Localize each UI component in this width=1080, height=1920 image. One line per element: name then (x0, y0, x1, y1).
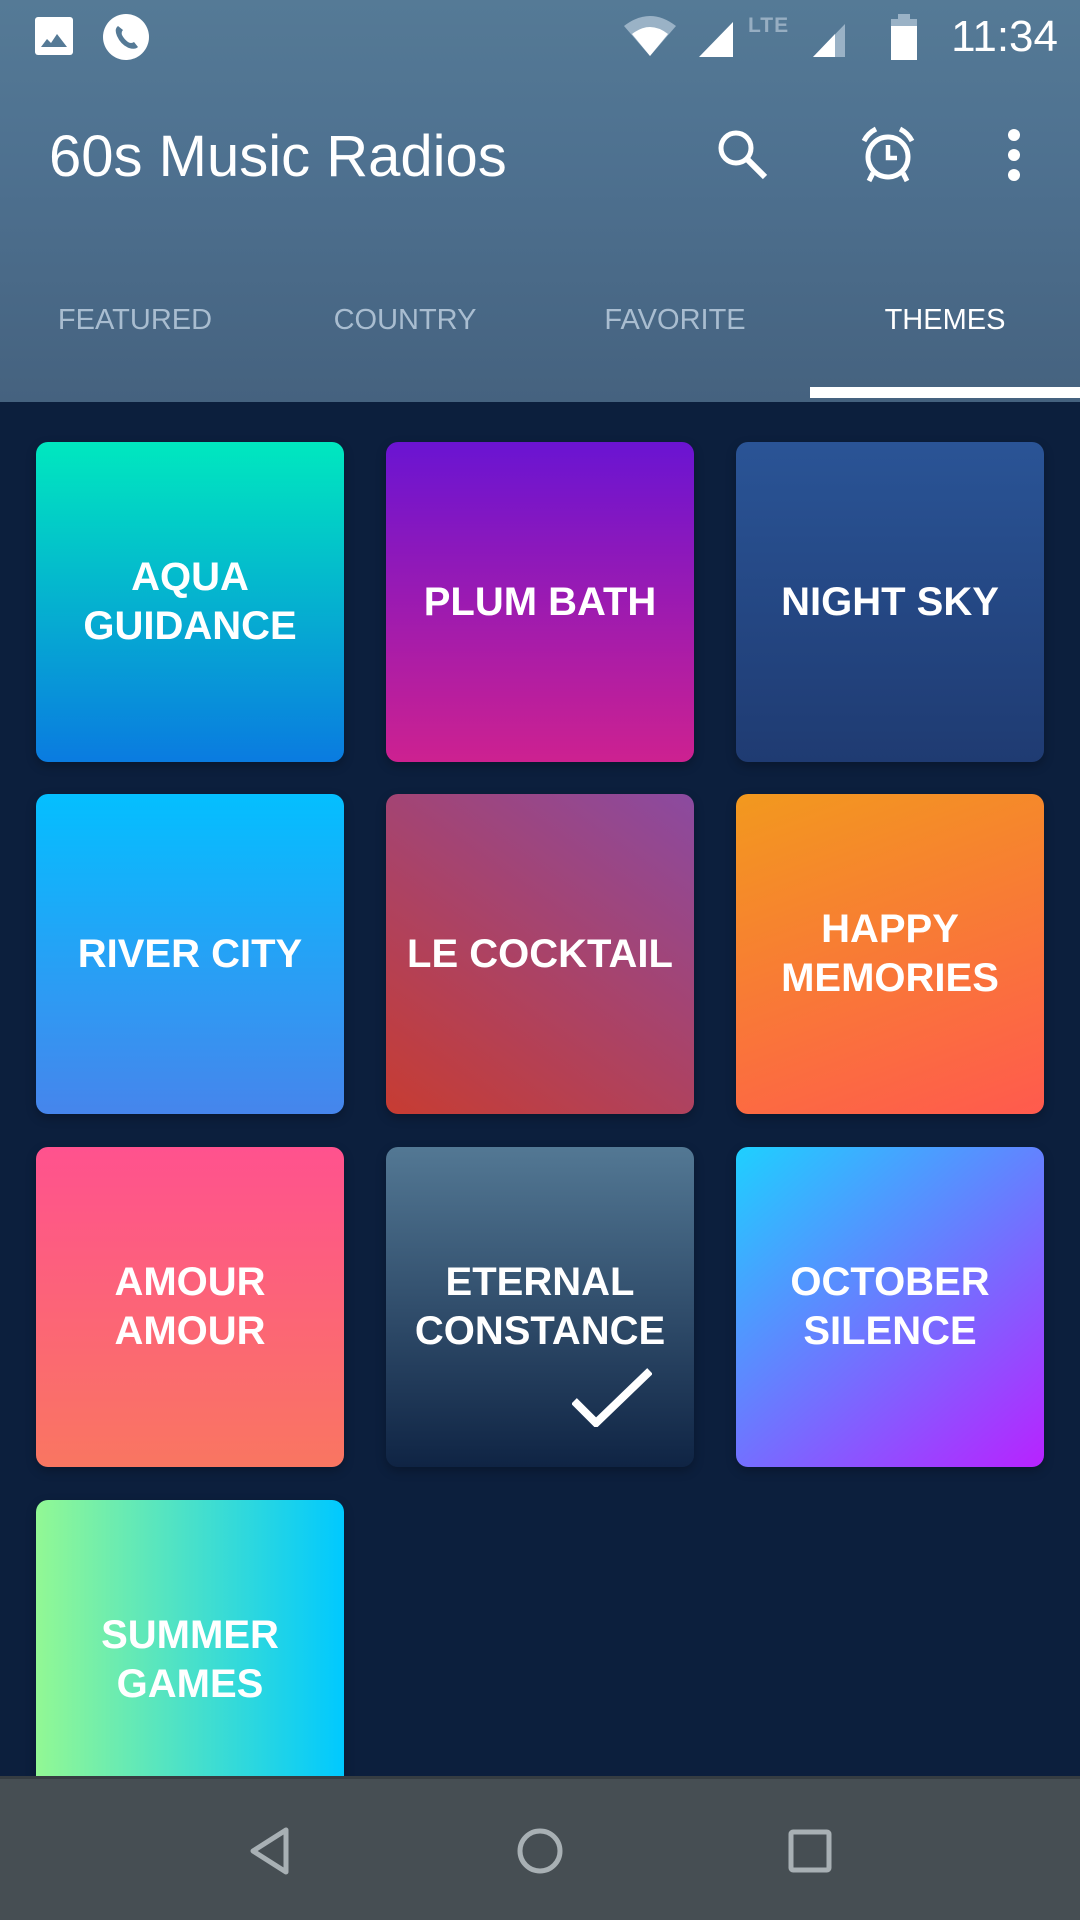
theme-tile-aqua-guidance[interactable]: AQUA GUIDANCE (36, 442, 344, 762)
theme-tile-summer-games[interactable]: SUMMER GAMES (36, 1500, 344, 1820)
lte-signal-icon (813, 24, 845, 57)
search-button[interactable] (703, 115, 783, 195)
more-vert-icon (1008, 129, 1020, 181)
tab-label: FAVORITE (604, 304, 746, 336)
home-circle-icon (517, 1828, 563, 1874)
recents-button[interactable] (760, 1809, 860, 1893)
back-button[interactable] (220, 1809, 320, 1893)
system-nav-bar (0, 1776, 1080, 1920)
theme-label: LE COCKTAIL (407, 931, 673, 976)
tab-favorite[interactable]: FAVORITE (540, 280, 810, 402)
alarm-clock-icon (861, 126, 915, 183)
tab-featured[interactable]: FEATURED (0, 280, 270, 402)
wifi-icon (624, 16, 676, 56)
search-icon (718, 130, 768, 180)
theme-tile-eternal-constance[interactable]: ETERNAL CONSTANCE (386, 1147, 694, 1467)
home-button[interactable] (490, 1809, 590, 1893)
image-icon (35, 17, 73, 55)
theme-label: ETERNAL CONSTANCE (414, 1260, 666, 1353)
tab-label: FEATURED (57, 304, 213, 336)
theme-tile-october-silence[interactable]: OCTOBER SILENCE (736, 1147, 1044, 1467)
active-tab-indicator (810, 387, 1080, 398)
lte-label: LTE (748, 14, 790, 37)
theme-label: PLUM BATH (423, 579, 657, 624)
status-time: 11:34 (951, 12, 1058, 61)
recents-square-icon (788, 1829, 832, 1873)
battery-icon (891, 14, 917, 60)
tab-themes[interactable]: THEMES (810, 280, 1080, 402)
theme-label: HAPPY MEMORIES (781, 907, 999, 1000)
signal-icon (699, 22, 733, 57)
theme-label: AQUA GUIDANCE (83, 555, 297, 648)
theme-label: NIGHT SKY (781, 579, 999, 624)
tab-label: COUNTRY (333, 304, 477, 336)
theme-label: OCTOBER SILENCE (790, 1260, 990, 1353)
theme-tile-le-cocktail[interactable]: LE COCKTAIL (386, 794, 694, 1114)
theme-tile-amour-amour[interactable]: AMOUR AMOUR (36, 1147, 344, 1467)
tab-country[interactable]: COUNTRY (270, 280, 540, 402)
alarm-button[interactable] (848, 115, 928, 195)
selected-check-icon (572, 1368, 652, 1427)
theme-label: SUMMER GAMES (101, 1613, 279, 1706)
theme-tile-happy-memories[interactable]: HAPPY MEMORIES (736, 794, 1044, 1114)
phone-call-icon (103, 14, 149, 60)
theme-label: AMOUR AMOUR (114, 1260, 266, 1353)
back-triangle-icon (250, 1827, 289, 1875)
status-bar: LTE 11:34 (0, 0, 1080, 72)
app-header: LTE 11:34 60s Music Radios FEATURED COUN… (0, 0, 1080, 402)
theme-tile-night-sky[interactable]: NIGHT SKY (736, 442, 1044, 762)
theme-tile-river-city[interactable]: RIVER CITY (36, 794, 344, 1114)
app-title: 60s Music Radios (49, 124, 507, 189)
tab-bar: FEATURED COUNTRY FAVORITE THEMES (0, 280, 1080, 402)
more-options-button[interactable] (974, 115, 1054, 195)
theme-label: RIVER CITY (77, 931, 303, 976)
theme-tile-plum-bath[interactable]: PLUM BATH (386, 442, 694, 762)
